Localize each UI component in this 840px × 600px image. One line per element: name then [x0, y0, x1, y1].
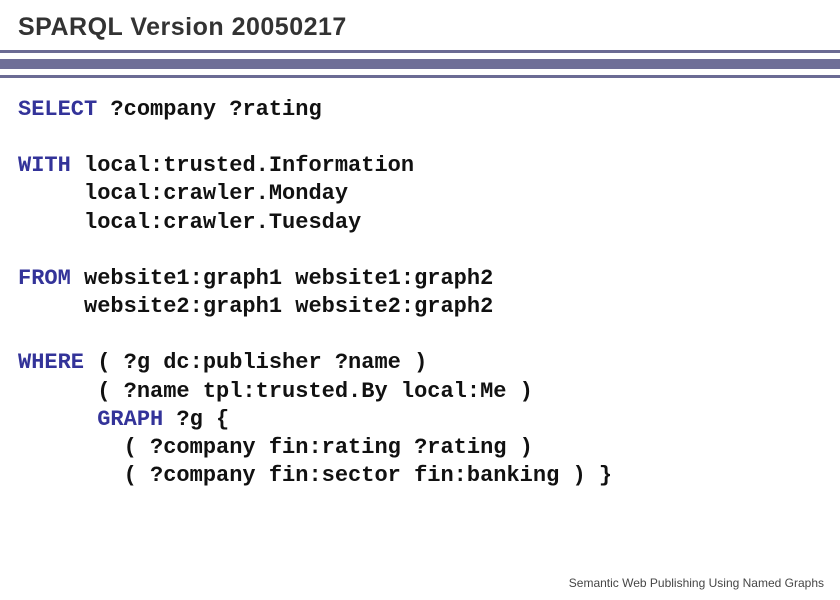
- select-clause: ?company ?rating: [97, 97, 321, 122]
- from-line-2: website2:graph1 website2:graph2: [18, 294, 493, 319]
- where-line-2: ( ?name tpl:trusted.By local:Me ): [18, 379, 533, 404]
- with-line-3: local:crawler.Tuesday: [18, 210, 361, 235]
- with-line-1: local:trusted.Information: [71, 153, 414, 178]
- keyword-where: WHERE: [18, 350, 84, 375]
- where-line-4: ( ?company fin:rating ?rating ): [18, 435, 533, 460]
- with-line-2: local:crawler.Monday: [18, 181, 348, 206]
- keyword-select: SELECT: [18, 97, 97, 122]
- slide-title: SPARQL Version 20050217: [0, 0, 840, 50]
- sparql-code-block: SELECT ?company ?rating WITH local:trust…: [18, 96, 822, 490]
- slide-body: SELECT ?company ?rating WITH local:trust…: [0, 78, 840, 490]
- keyword-graph: GRAPH: [97, 407, 163, 432]
- where-line-5: ( ?company fin:sector fin:banking ) }: [18, 463, 612, 488]
- where-line-3b: ?g {: [163, 407, 229, 432]
- slide-footer: Semantic Web Publishing Using Named Grap…: [569, 576, 824, 590]
- slide: SPARQL Version 20050217 SELECT ?company …: [0, 0, 840, 600]
- where-line-1: ( ?g dc:publisher ?name ): [84, 350, 427, 375]
- title-divider: [0, 59, 840, 69]
- where-line-3a: [18, 407, 97, 432]
- from-line-1: website1:graph1 website1:graph2: [71, 266, 493, 291]
- keyword-with: WITH: [18, 153, 71, 178]
- keyword-from: FROM: [18, 266, 71, 291]
